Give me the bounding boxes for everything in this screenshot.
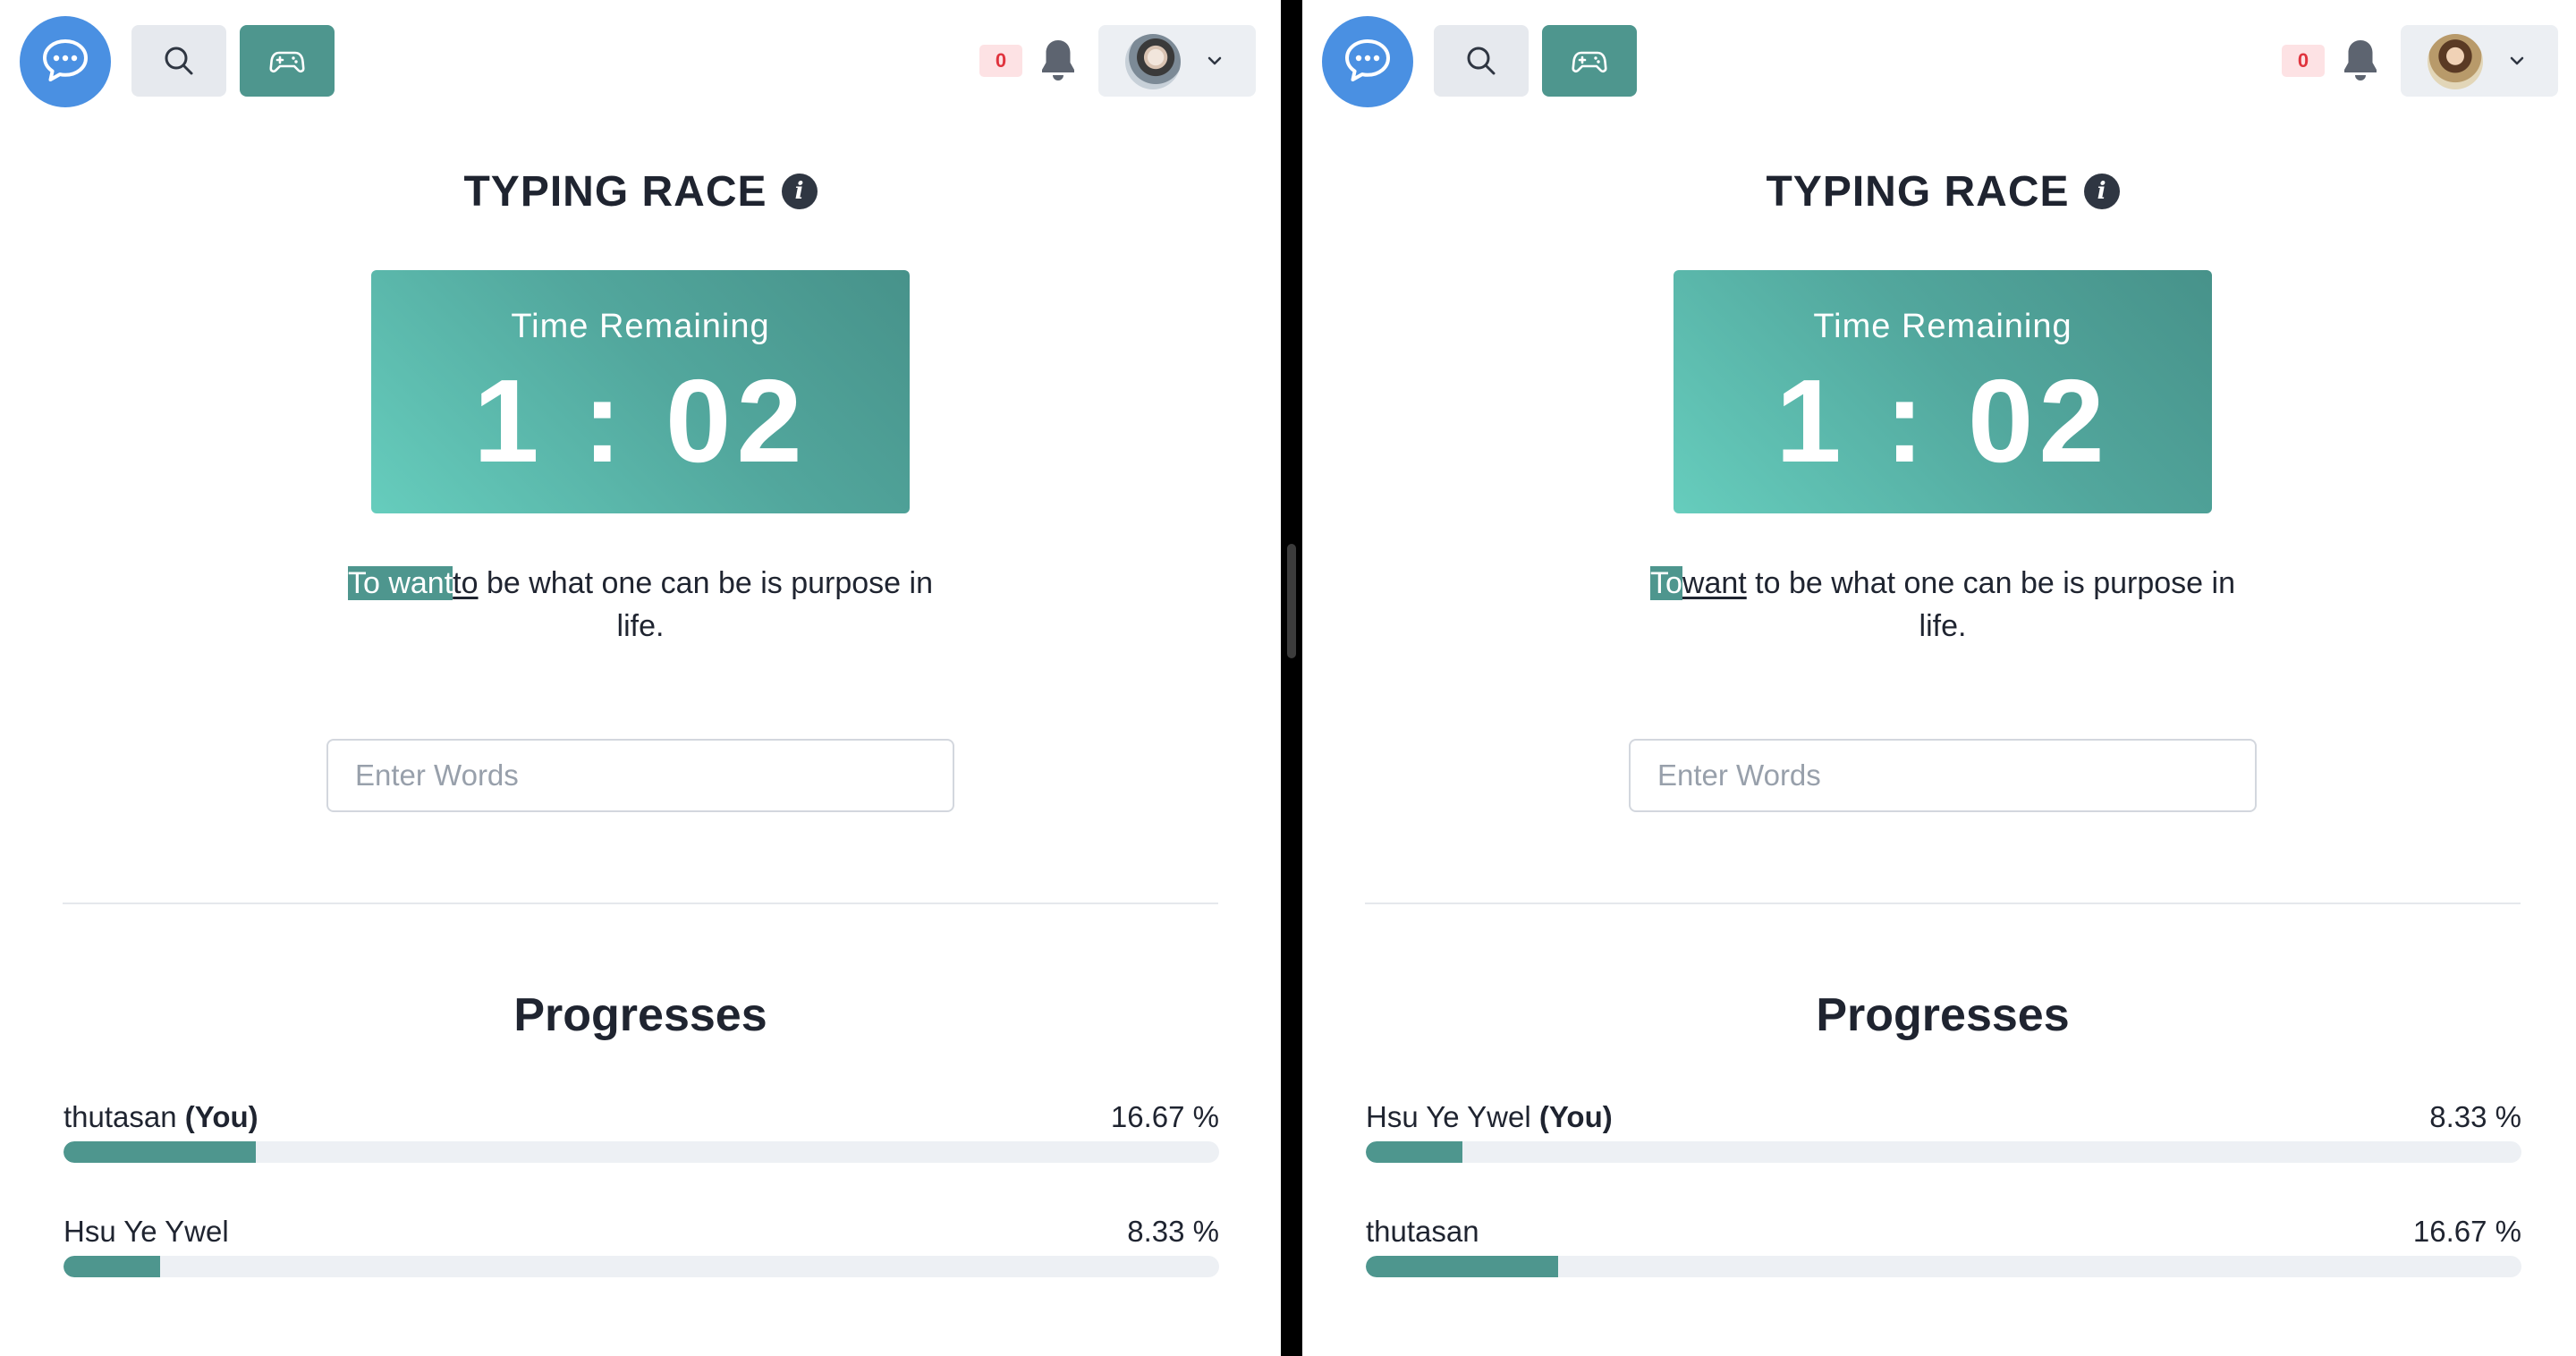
player-name-text: Hsu Ye Ywel <box>1366 1100 1531 1133</box>
app-logo[interactable] <box>20 16 111 107</box>
you-tag: (You) <box>1538 1100 1613 1133</box>
progress-title: Progresses <box>1816 989 2070 1041</box>
notification-count-badge[interactable]: 0 <box>2282 45 2325 77</box>
bell-icon <box>1042 40 1074 81</box>
player-name: Hsu Ye Ywel (You) <box>1366 1100 1613 1134</box>
search-button[interactable] <box>1434 25 1529 97</box>
divider <box>1365 903 2521 904</box>
progress-percent: 8.33 % <box>1127 1215 1219 1248</box>
chevron-down-icon <box>1204 50 1225 72</box>
player-name-text: thutasan <box>64 1100 177 1133</box>
race-sentence: Towant to be what one can be is purpose … <box>1624 562 2261 648</box>
app-logo[interactable] <box>1322 16 1413 107</box>
timer-value: 1 : 02 <box>473 355 808 487</box>
chat-bubble-icon <box>43 39 88 81</box>
title-row: TYPING RACE i <box>1302 159 2576 224</box>
player-name: thutasan (You) <box>64 1100 258 1134</box>
left-pane: 0 TYPING RACE i Time Remaining 1 : 02 To… <box>0 0 1281 1356</box>
typed-text: To <box>1649 566 1682 600</box>
search-icon <box>1467 47 1496 75</box>
info-icon[interactable]: i <box>2083 174 2120 209</box>
game-button[interactable] <box>1542 25 1637 97</box>
search-button[interactable] <box>131 25 226 97</box>
race-sentence: To wantto be what one can be is purpose … <box>322 562 959 648</box>
progress-fill <box>1366 1141 1462 1163</box>
timer-card: Time Remaining 1 : 02 <box>1674 270 2212 513</box>
info-icon[interactable]: i <box>781 174 818 209</box>
chevron-down-icon <box>2506 50 2528 72</box>
notifications-button[interactable] <box>2340 36 2381 86</box>
progress-fill <box>64 1256 160 1277</box>
right-pane: 0 TYPING RACE i Time Remaining 1 : 02 To… <box>1302 0 2576 1356</box>
user-menu[interactable] <box>1098 25 1256 97</box>
progress-track <box>64 1141 1219 1163</box>
notification-count-badge[interactable]: 0 <box>979 45 1022 77</box>
page-title: TYPING RACE <box>1766 167 2070 216</box>
chat-bubble-icon <box>1345 39 1390 81</box>
you-tag: (You) <box>184 1100 258 1133</box>
enter-words-input[interactable] <box>326 739 954 812</box>
typed-text: To want <box>347 566 453 600</box>
remaining-text: to be what one can be is purpose in life… <box>1746 566 2235 643</box>
search-icon <box>165 47 193 75</box>
gamepad-icon <box>1572 51 1607 73</box>
progress-fill <box>64 1141 257 1163</box>
pane-splitter[interactable] <box>1281 0 1302 1356</box>
progress-title: Progresses <box>513 989 767 1041</box>
progress-percent: 16.67 % <box>2412 1215 2521 1248</box>
enter-words-input[interactable] <box>1629 739 2257 812</box>
player-name-text: thutasan <box>1366 1215 1479 1248</box>
user-menu[interactable] <box>2401 25 2558 97</box>
current-word: to <box>453 566 479 600</box>
current-word: want <box>1682 566 1747 600</box>
avatar <box>1125 34 1181 89</box>
game-button[interactable] <box>240 25 335 97</box>
progress-percent: 16.67 % <box>1110 1100 1219 1133</box>
player-name: thutasan <box>1366 1215 1479 1249</box>
remaining-text: be what one can be is purpose in life. <box>478 566 933 643</box>
splitter-grip[interactable] <box>1287 544 1296 658</box>
timer-card: Time Remaining 1 : 02 <box>371 270 910 513</box>
divider <box>63 903 1218 904</box>
avatar <box>2428 34 2483 89</box>
gamepad-icon <box>269 51 305 73</box>
timer-value: 1 : 02 <box>1775 355 2110 487</box>
bell-icon <box>2344 40 2377 81</box>
timer-label: Time Remaining <box>1813 308 2072 345</box>
progress-track <box>1366 1256 2521 1277</box>
progress-track <box>1366 1141 2521 1163</box>
timer-label: Time Remaining <box>511 308 770 345</box>
page-title: TYPING RACE <box>463 167 767 216</box>
progress-percent: 8.33 % <box>2429 1100 2521 1133</box>
progress-track <box>64 1256 1219 1277</box>
title-row: TYPING RACE i <box>0 159 1281 224</box>
split-screen: 0 TYPING RACE i Time Remaining 1 : 02 To… <box>0 0 2576 1356</box>
player-name-text: Hsu Ye Ywel <box>64 1215 229 1248</box>
progress-fill <box>1366 1256 1559 1277</box>
notifications-button[interactable] <box>1038 36 1079 86</box>
player-name: Hsu Ye Ywel <box>64 1215 229 1249</box>
